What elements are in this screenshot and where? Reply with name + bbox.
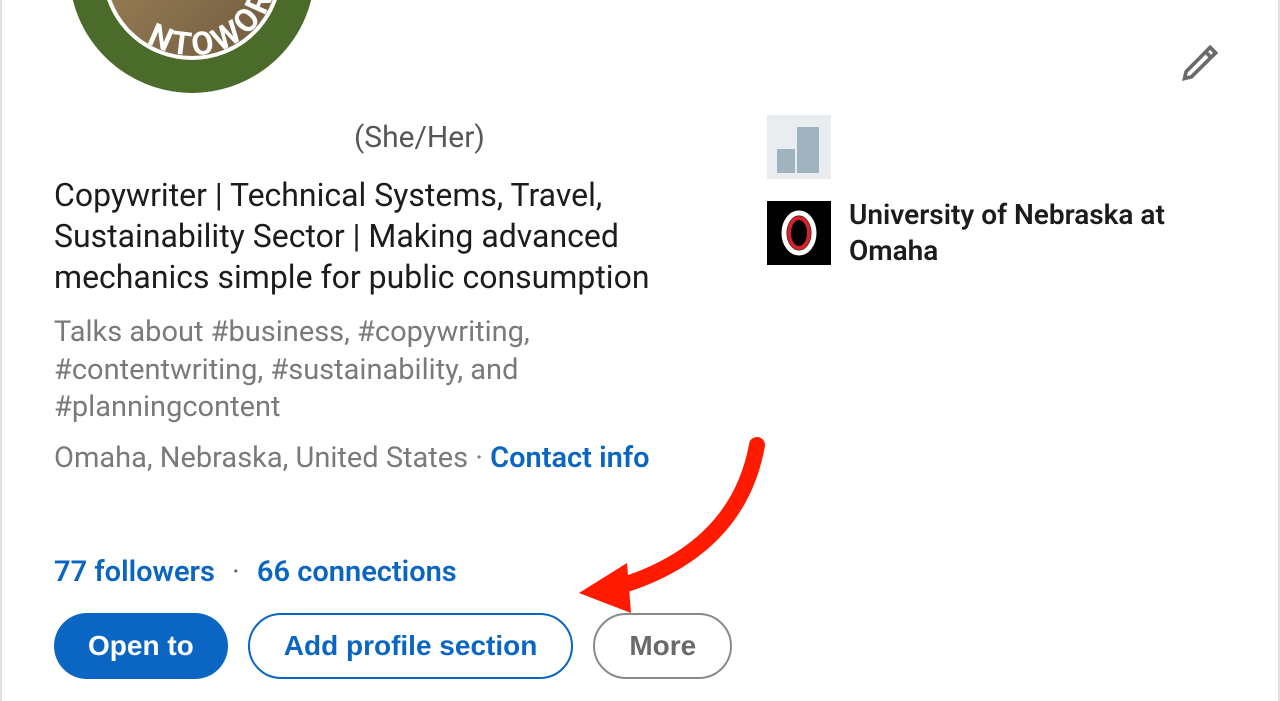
- location-text: Omaha, Nebraska, United States: [54, 441, 468, 475]
- contact-info-link[interactable]: Contact info: [490, 441, 649, 475]
- company-logo-icon: [767, 115, 831, 179]
- open-to-button[interactable]: Open to: [54, 613, 228, 679]
- headline-text: Copywriter | Technical Systems, Travel, …: [54, 175, 724, 298]
- edit-profile-icon[interactable]: [1179, 40, 1223, 84]
- school-logo-icon: [767, 201, 831, 265]
- add-profile-section-button[interactable]: Add profile section: [248, 613, 574, 679]
- company-row[interactable]: [767, 115, 1227, 179]
- followers-link[interactable]: 77 followers: [54, 555, 215, 589]
- talks-about-text: Talks about #business, #copywriting, #co…: [54, 314, 724, 427]
- school-name: University of Nebraska at Omaha: [849, 197, 1227, 270]
- more-button[interactable]: More: [593, 613, 732, 679]
- open-to-work-ring-text: NTOWORK: [143, 0, 286, 64]
- connections-link[interactable]: 66 connections: [257, 555, 457, 589]
- profile-avatar[interactable]: NTOWORK: [62, 0, 322, 100]
- school-row[interactable]: University of Nebraska at Omaha: [767, 197, 1227, 270]
- pronouns-text: (She/Her): [354, 120, 485, 155]
